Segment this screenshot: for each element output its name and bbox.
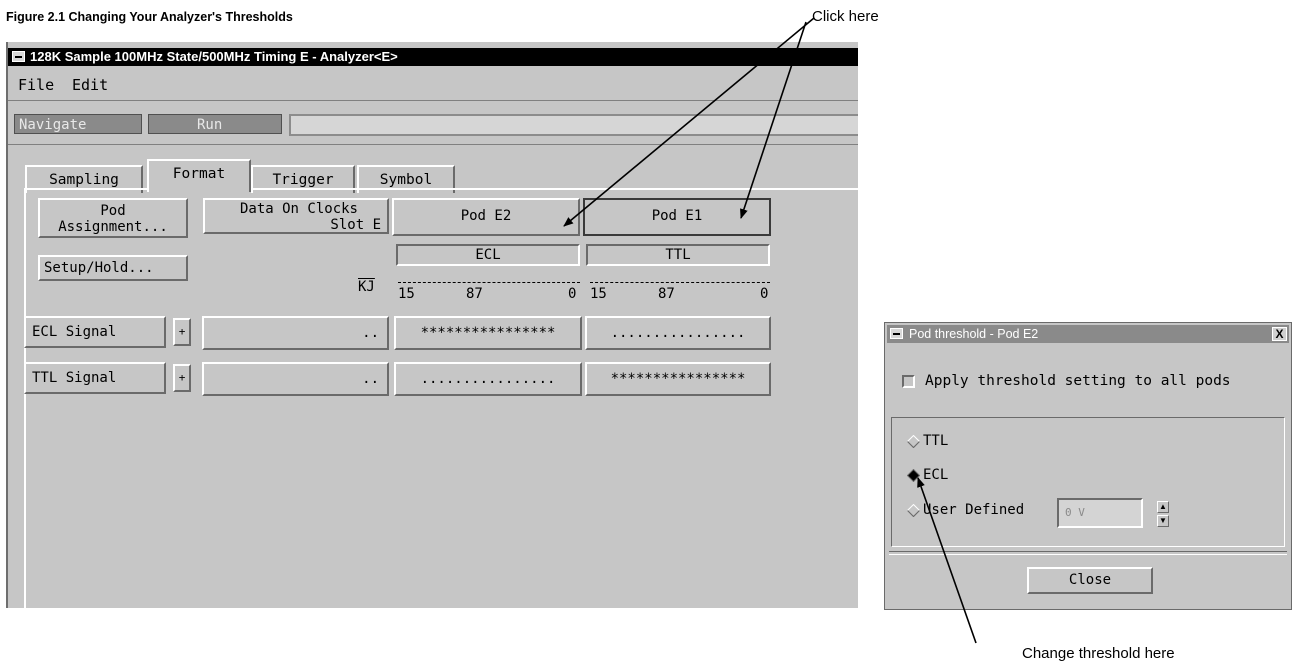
pod-e2-bit-15: 15 xyxy=(398,286,415,302)
menu-edit[interactable]: Edit xyxy=(72,76,108,94)
click-here-callout: Click here xyxy=(812,8,879,25)
figure-caption: Figure 2.1 Changing Your Analyzer's Thre… xyxy=(6,10,293,24)
pod-e1-threshold: TTL xyxy=(586,244,770,266)
pod-e1-scale-line xyxy=(590,282,770,283)
toolbar: Navigate Run xyxy=(8,104,858,145)
user-defined-label: User Defined xyxy=(923,502,1025,518)
pod-e1-button[interactable]: Pod E1 xyxy=(583,198,771,236)
run-button[interactable]: Run xyxy=(148,114,282,134)
data-on-clocks-line2: Slot E xyxy=(330,217,381,233)
ttl-option-label: TTL xyxy=(923,433,949,449)
pod-assignment-button[interactable]: Pod Assignment... xyxy=(38,198,188,238)
ecl-radio[interactable] xyxy=(907,469,920,482)
pod-threshold-dialog: Pod threshold - Pod E2 X Apply threshold… xyxy=(884,322,1292,610)
setup-hold-button[interactable]: Setup/Hold... xyxy=(38,255,188,281)
spin-down-icon[interactable]: ▼ xyxy=(1157,515,1169,527)
dialog-title: Pod threshold - Pod E2 xyxy=(909,327,1039,341)
kj-header: KJ xyxy=(358,279,375,295)
pod-e2-bit-0: 0 xyxy=(568,286,577,302)
pod-e2-threshold: ECL xyxy=(396,244,580,266)
window-title: 128K Sample 100MHz State/500MHz Timing E… xyxy=(30,49,398,64)
menu-file[interactable]: File xyxy=(18,76,54,94)
pod-e1-bit-87: 87 xyxy=(658,286,675,302)
pod-e1-bit-15: 15 xyxy=(590,286,607,302)
menu-bar: File Edit xyxy=(8,68,858,101)
ttl-pod-e1-bits[interactable]: **************** xyxy=(585,362,771,396)
ttl-radio[interactable] xyxy=(907,435,920,448)
dialog-titlebar: Pod threshold - Pod E2 X xyxy=(887,325,1289,343)
status-field xyxy=(289,114,858,136)
user-defined-radio[interactable] xyxy=(907,504,920,517)
ecl-clock-field[interactable]: .. xyxy=(202,316,389,350)
dialog-close-icon[interactable]: X xyxy=(1272,327,1287,341)
pod-assignment-line1: Pod xyxy=(100,203,126,219)
pod-e2-scale-line xyxy=(398,282,580,283)
data-on-clocks-button[interactable]: Data On Clocks Slot E xyxy=(203,198,389,234)
ttl-signal-label[interactable]: TTL Signal xyxy=(24,362,166,394)
pod-e2-bit-87: 87 xyxy=(466,286,483,302)
dialog-separator xyxy=(889,551,1287,555)
ecl-signal-label[interactable]: ECL Signal xyxy=(24,316,166,348)
window-titlebar: 128K Sample 100MHz State/500MHz Timing E… xyxy=(8,48,858,66)
dialog-menu-icon[interactable] xyxy=(890,328,903,339)
navigate-button[interactable]: Navigate xyxy=(14,114,142,134)
ecl-pod-e2-bits[interactable]: **************** xyxy=(394,316,582,350)
spin-up-icon[interactable]: ▲ xyxy=(1157,501,1169,513)
tab-format[interactable]: Format xyxy=(147,159,251,192)
ecl-option-label: ECL xyxy=(923,467,949,483)
pod-e2-button[interactable]: Pod E2 xyxy=(392,198,580,236)
ecl-expand-button[interactable]: + xyxy=(173,318,191,346)
ttl-clock-field[interactable]: .. xyxy=(202,362,389,396)
pod-e1-bit-0: 0 xyxy=(760,286,769,302)
data-on-clocks-line1: Data On Clocks xyxy=(239,201,358,217)
close-button[interactable]: Close xyxy=(1027,567,1153,594)
window-menu-icon[interactable] xyxy=(12,51,25,62)
ttl-expand-button[interactable]: + xyxy=(173,364,191,392)
pod-assignment-line2: Assignment... xyxy=(58,219,168,235)
ecl-pod-e1-bits[interactable]: ................ xyxy=(585,316,771,350)
ttl-pod-e2-bits[interactable]: ................ xyxy=(394,362,582,396)
apply-all-label: Apply threshold setting to all pods xyxy=(925,373,1231,389)
change-threshold-callout: Change threshold here xyxy=(1022,645,1175,662)
apply-all-checkbox[interactable] xyxy=(902,375,915,388)
analyzer-window: 128K Sample 100MHz State/500MHz Timing E… xyxy=(6,42,860,630)
user-threshold-input[interactable]: 0 V xyxy=(1057,498,1143,528)
